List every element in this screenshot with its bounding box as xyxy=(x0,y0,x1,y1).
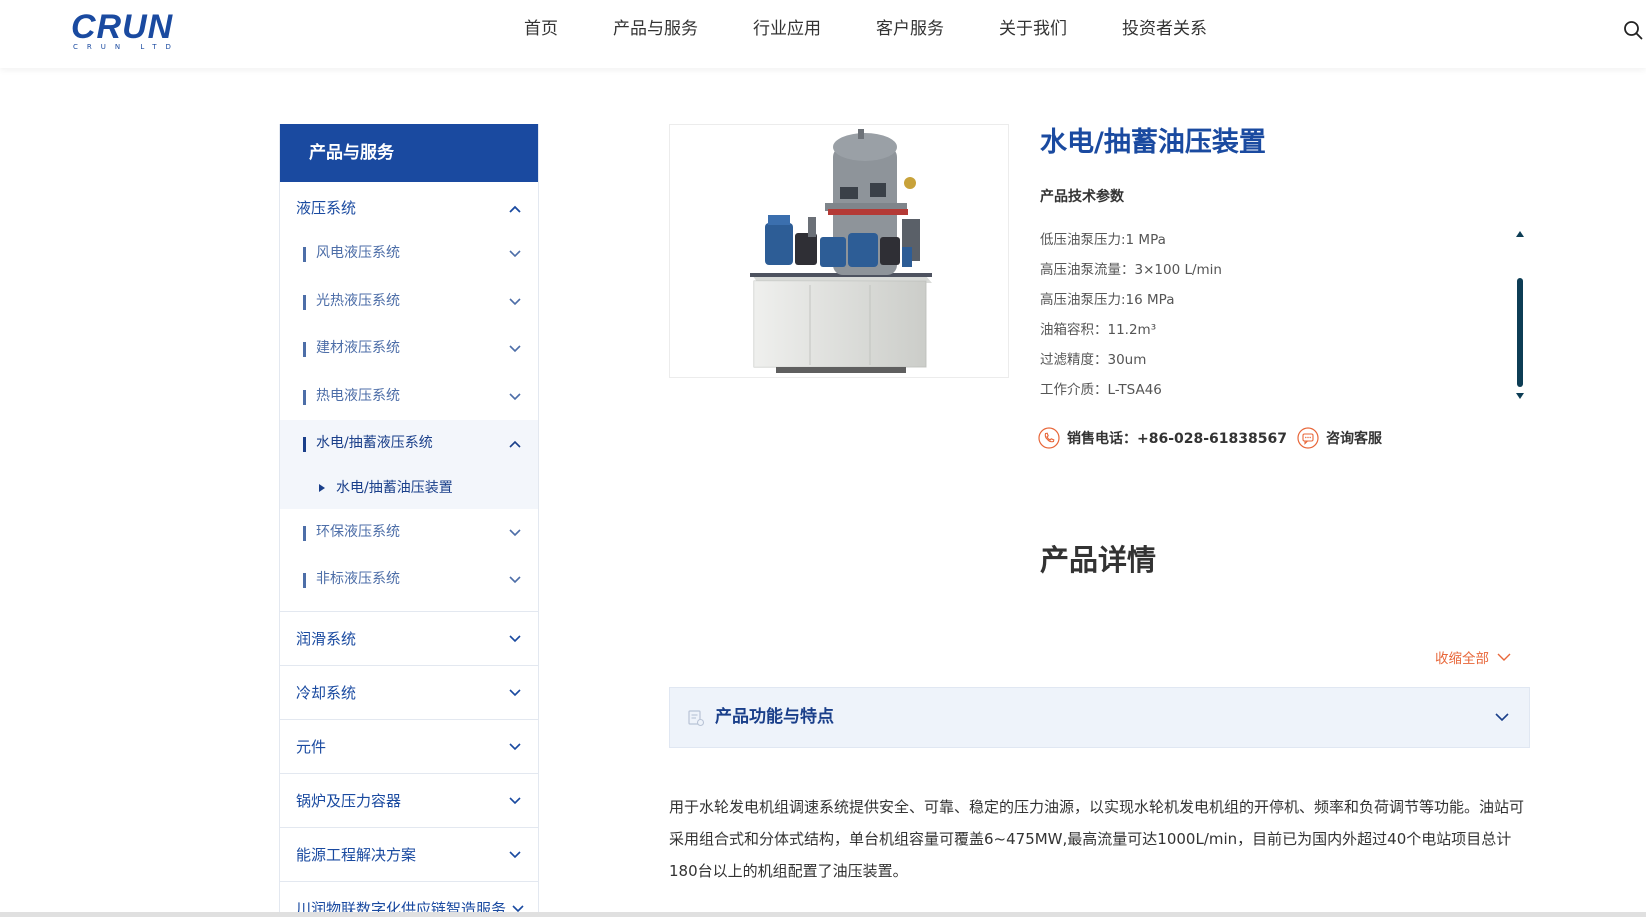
sidebar-item-label: 非标液压系统 xyxy=(316,571,400,587)
chevron-down-icon xyxy=(509,634,521,642)
sidebar-item-hydraulic-systems[interactable]: 液压系统 xyxy=(280,182,538,230)
search-icon[interactable] xyxy=(1623,20,1643,40)
sidebar-item-custom-hydraulic[interactable]: 非标液压系统 xyxy=(280,556,538,604)
product-image xyxy=(669,124,1009,378)
sidebar-title: 产品与服务 xyxy=(280,124,538,182)
phone-icon xyxy=(1038,427,1060,449)
spec-item: 高压油泵流量：3×100 L/min xyxy=(1040,262,1222,278)
sidebar-item-boilers-pressure-vessels[interactable]: 锅炉及压力容器 xyxy=(280,774,538,828)
product-description: 用于水轮发电机组调速系统提供安全、可靠、稳定的压力油源，以实现水轮机发电机组的开… xyxy=(669,798,1525,880)
sales-phone[interactable]: 销售电话：+86-028-61838567 xyxy=(1038,425,1287,451)
chevron-up-icon xyxy=(509,205,521,213)
indent-bar xyxy=(303,389,306,405)
spec-item: 油箱容积：11.2m³ xyxy=(1040,322,1157,338)
spec-heading: 产品技术参数 xyxy=(1040,189,1124,205)
sidebar-item-solar-thermal-hydraulic[interactable]: 光热液压系统 xyxy=(280,278,538,326)
sidebar-item-label: 液压系统 xyxy=(296,199,357,217)
sidebar-item-cooling-systems[interactable]: 冷却系统 xyxy=(280,666,538,720)
indent-bar xyxy=(303,573,306,588)
collapse-all-label: 收缩全部 xyxy=(1435,651,1489,667)
indent-bar xyxy=(303,342,306,357)
spec-item: 工作介质：L-TSA46 xyxy=(1040,382,1162,398)
sidebar-item-label: 能源工程解决方案 xyxy=(296,845,417,864)
indent-bar xyxy=(303,525,306,541)
chat-icon xyxy=(1297,427,1319,449)
nav-about-us[interactable]: 关于我们 xyxy=(999,0,1067,58)
sidebar-item-label: 风电液压系统 xyxy=(316,245,400,261)
sidebar-item-environmental-hydraulic[interactable]: 环保液压系统 xyxy=(280,509,538,557)
scroll-down-arrow[interactable] xyxy=(1516,393,1524,399)
accordion-features[interactable]: 产品功能与特点 xyxy=(669,687,1530,748)
spec-list: 低压油泵压力:1 MPa 高压油泵流量：3×100 L/min 高压油泵压力:1… xyxy=(1040,226,1222,406)
spec-item: 高压油泵压力:16 MPa xyxy=(1040,292,1175,308)
sidebar-item-label: 元件 xyxy=(296,737,327,756)
spec-item: 过滤精度：30um xyxy=(1040,352,1147,368)
spec-scrollbar-thumb[interactable] xyxy=(1517,278,1523,387)
nav-investor-relations[interactable]: 投资者关系 xyxy=(1122,0,1207,58)
chevron-down-icon xyxy=(509,392,521,400)
chevron-up-icon xyxy=(509,440,521,448)
consult-service[interactable]: 咨询客服 xyxy=(1297,425,1382,451)
logo-subtext: CRUN LTD xyxy=(73,43,180,51)
chevron-down-icon xyxy=(1497,653,1511,661)
nav-home[interactable]: 首页 xyxy=(524,0,558,58)
detail-title: 产品详情 xyxy=(1040,543,1157,577)
chevron-down-icon xyxy=(509,576,521,584)
nav-industry-applications[interactable]: 行业应用 xyxy=(753,0,821,58)
scroll-up-arrow[interactable] xyxy=(1516,231,1524,237)
chevron-down-icon xyxy=(509,850,521,858)
chevron-down-icon xyxy=(509,688,521,696)
collapse-all-button[interactable]: 收缩全部 xyxy=(1435,647,1511,667)
sidebar-item-lubrication-systems[interactable]: 润滑系统 xyxy=(280,612,538,666)
sidebar-item-label: 冷却系统 xyxy=(296,683,357,702)
sidebar-item-hydropower-hydraulic[interactable]: 水电/抽蓄液压系统 xyxy=(280,420,538,468)
indent-bar xyxy=(303,294,306,310)
sidebar-item-label: 锅炉及压力容器 xyxy=(296,791,402,810)
accordion-label: 产品功能与特点 xyxy=(715,707,834,727)
main-nav: 首页 产品与服务 行业应用 客户服务 关于我们 投资者关系 xyxy=(524,0,1262,58)
consult-service-label: 咨询客服 xyxy=(1326,431,1382,447)
chevron-down-icon xyxy=(509,297,521,305)
top-header: CRUN CRUN LTD 首页 产品与服务 行业应用 客户服务 关于我们 投资… xyxy=(0,0,1646,68)
chevron-down-icon xyxy=(509,796,521,804)
product-title: 水电/抽蓄油压装置 xyxy=(1040,127,1266,158)
indent-bar xyxy=(303,437,306,452)
sidebar-item-label: 光热液压系统 xyxy=(316,292,400,309)
oil-pressure-unit-illustration xyxy=(750,129,932,373)
crun-logo[interactable]: CRUN CRUN LTD xyxy=(71,8,193,51)
spec-item: 低压油泵压力:1 MPa xyxy=(1040,232,1166,248)
chevron-down-icon xyxy=(1495,713,1509,722)
nav-products-services[interactable]: 产品与服务 xyxy=(613,0,698,58)
triangle-right-icon xyxy=(319,483,325,492)
sidebar-subitem-hydropower-oil-pressure-unit[interactable]: 水电/抽蓄油压装置 xyxy=(280,467,538,509)
product-sidebar: 产品与服务 液压系统 风电液压系统 光热液压系统 建材液压系统 热电液压系统 水… xyxy=(279,124,539,917)
chevron-down-icon xyxy=(509,742,521,750)
sidebar-item-label: 建材液压系统 xyxy=(316,340,400,356)
sidebar-item-label: 热电液压系统 xyxy=(316,387,400,404)
sidebar-item-label: 环保液压系统 xyxy=(316,523,400,540)
chevron-down-icon xyxy=(509,528,521,536)
sales-phone-label: 销售电话：+86-028-61838567 xyxy=(1067,431,1287,447)
sidebar-item-components[interactable]: 元件 xyxy=(280,720,538,774)
sidebar-item-energy-engineering-solutions[interactable]: 能源工程解决方案 xyxy=(280,828,538,882)
document-icon xyxy=(688,710,705,727)
chevron-down-icon xyxy=(509,250,521,258)
sidebar-item-label: 水电/抽蓄油压装置 xyxy=(336,479,453,496)
sidebar-item-thermal-power-hydraulic[interactable]: 热电液压系统 xyxy=(280,373,538,421)
sidebar-item-building-materials-hydraulic[interactable]: 建材液压系统 xyxy=(280,325,538,373)
nav-customer-service[interactable]: 客户服务 xyxy=(876,0,944,58)
divider xyxy=(280,604,538,612)
sidebar-item-label: 润滑系统 xyxy=(296,629,357,648)
sidebar-item-wind-hydraulic[interactable]: 风电液压系统 xyxy=(280,230,538,278)
indent-bar xyxy=(303,247,306,262)
chevron-down-icon xyxy=(509,345,521,353)
logo-text: CRUN xyxy=(71,8,174,46)
page-bottom-edge xyxy=(0,912,1646,917)
sidebar-item-label: 水电/抽蓄液压系统 xyxy=(316,435,433,451)
